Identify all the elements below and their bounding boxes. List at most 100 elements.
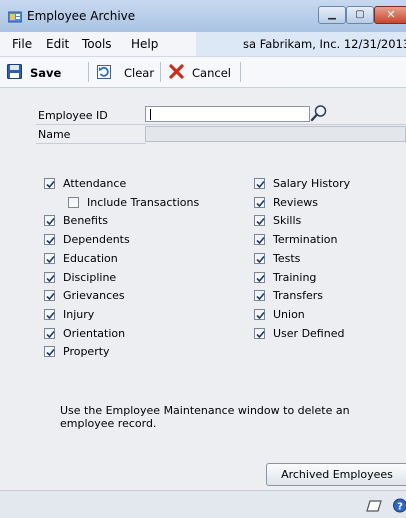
checkbox-label: Orientation	[63, 326, 126, 340]
checkbox-label: Injury	[63, 307, 95, 321]
checkbox-box[interactable]	[44, 308, 55, 320]
toolbar: Save Clear Cancel	[0, 57, 406, 88]
text-caret	[150, 109, 151, 120]
checkbox-label: Education	[63, 251, 118, 265]
clear-label: Clear	[124, 66, 155, 80]
checkbox-box[interactable]	[44, 290, 55, 302]
checkmark-icon	[256, 218, 265, 226]
checkmark-icon	[256, 199, 265, 207]
checkbox-box[interactable]	[254, 290, 265, 302]
checkbox-box[interactable]	[254, 215, 265, 227]
clear-button[interactable]: Clear	[94, 57, 154, 87]
checkmark-icon	[256, 330, 265, 338]
checkbox-box[interactable]	[254, 234, 265, 246]
checkbox-label: User Defined	[273, 326, 345, 340]
save-button[interactable]: Save	[4, 57, 74, 87]
checkmark-icon	[256, 237, 265, 245]
checkbox-box[interactable]	[254, 271, 265, 283]
checkmark-icon	[46, 274, 55, 282]
cancel-button[interactable]: Cancel	[166, 57, 236, 87]
name-label: Name	[38, 128, 71, 141]
checkbox-label: Tests	[273, 251, 301, 265]
checkbox-box[interactable]	[68, 196, 79, 208]
checkbox-box[interactable]	[254, 327, 265, 339]
divider	[36, 143, 146, 144]
checkbox-box[interactable]	[254, 178, 265, 189]
divider	[36, 124, 406, 125]
title-bar: Employee Archive ▁ ▢ ✕	[0, 0, 406, 32]
checkmark-icon	[46, 237, 55, 245]
checkmark-icon	[46, 311, 55, 320]
checkbox-label: Salary History	[273, 177, 351, 190]
checkmark-icon	[46, 255, 55, 263]
checkbox-label: Benefits	[63, 214, 109, 228]
company-info-area: sa Fabrikam, Inc. 12/31/2013	[196, 32, 406, 56]
archived-employees-button[interactable]: Archived Employees	[266, 463, 406, 486]
menu-tools[interactable]: Tools	[82, 37, 112, 51]
status-bar: ?	[0, 490, 406, 518]
checkmark-icon	[256, 311, 265, 320]
checkmark-icon	[46, 293, 55, 301]
checkbox-box[interactable]	[44, 346, 55, 358]
maximize-icon: ▢	[355, 9, 365, 20]
checkbox-label: Skills	[273, 214, 302, 228]
checkbox-label: Termination	[273, 233, 338, 247]
checkmark-icon	[46, 330, 55, 338]
checkbox-box[interactable]	[254, 308, 265, 320]
checkbox-label: Dependents	[63, 233, 130, 247]
checkbox-label: Include Transactions	[87, 195, 200, 209]
checkmark-icon	[256, 293, 265, 301]
close-button[interactable]: ✕	[374, 6, 406, 24]
employee-id-label: Employee ID	[38, 109, 108, 122]
name-field	[145, 126, 406, 142]
toolbar-divider	[240, 62, 241, 82]
info-note: Use the Employee Maintenance window to d…	[60, 404, 350, 430]
checkbox-label: Transfers	[273, 289, 323, 303]
form-area: Employee ID Name Use the Employee Mainte…	[7, 88, 406, 490]
checkbox-box[interactable]	[44, 252, 55, 264]
menu-file[interactable]: File	[12, 37, 32, 51]
checkmark-icon	[256, 255, 265, 263]
employee-archive-window: Employee Archive ▁ ▢ ✕ File Edit Tools H…	[0, 0, 406, 518]
checkbox-label: Union	[273, 307, 305, 321]
menu-edit[interactable]: Edit	[46, 37, 69, 51]
checkbox-label: Training	[273, 270, 317, 284]
clear-icon	[97, 65, 111, 82]
checkbox-box[interactable]	[44, 327, 55, 339]
checkbox-box[interactable]	[44, 234, 55, 246]
checkbox-box[interactable]	[44, 215, 55, 227]
toolbar-divider	[88, 62, 89, 82]
checkbox-label: Property	[63, 345, 110, 359]
minimize-icon: ▁	[328, 9, 336, 20]
checkbox-label: Discipline	[63, 270, 117, 284]
checkmark-icon	[256, 180, 265, 189]
minimize-button[interactable]: ▁	[318, 6, 346, 24]
employee-id-field[interactable]	[145, 106, 310, 122]
checkmark-icon	[256, 274, 265, 282]
checkbox-box[interactable]	[44, 271, 55, 283]
close-icon: ✕	[386, 8, 396, 21]
checkbox-box[interactable]	[254, 252, 265, 264]
checkmark-icon	[46, 180, 55, 189]
cancel-icon	[169, 64, 184, 82]
save-icon	[7, 64, 22, 82]
toolbar-divider	[160, 62, 161, 82]
save-label: Save	[30, 66, 62, 80]
note-icon[interactable]	[366, 499, 382, 516]
checkmark-icon	[46, 218, 55, 226]
checkbox-box[interactable]	[254, 196, 265, 208]
checkbox-label: Grievances	[63, 289, 125, 303]
company-info: sa Fabrikam, Inc. 12/31/2013	[243, 37, 406, 51]
lookup-icon[interactable]	[310, 104, 328, 122]
svg-text:?: ?	[397, 502, 403, 513]
checkbox-label: Attendance	[63, 177, 127, 190]
app-icon	[7, 11, 23, 23]
checkbox-box[interactable]	[44, 178, 55, 189]
help-icon[interactable]: ?	[393, 498, 406, 516]
window-title: Employee Archive	[27, 9, 136, 23]
checkmark-icon	[46, 349, 55, 357]
checkbox-label: Reviews	[273, 195, 318, 209]
menu-help[interactable]: Help	[131, 37, 158, 51]
cancel-label: Cancel	[192, 66, 231, 80]
maximize-button[interactable]: ▢	[346, 6, 374, 24]
